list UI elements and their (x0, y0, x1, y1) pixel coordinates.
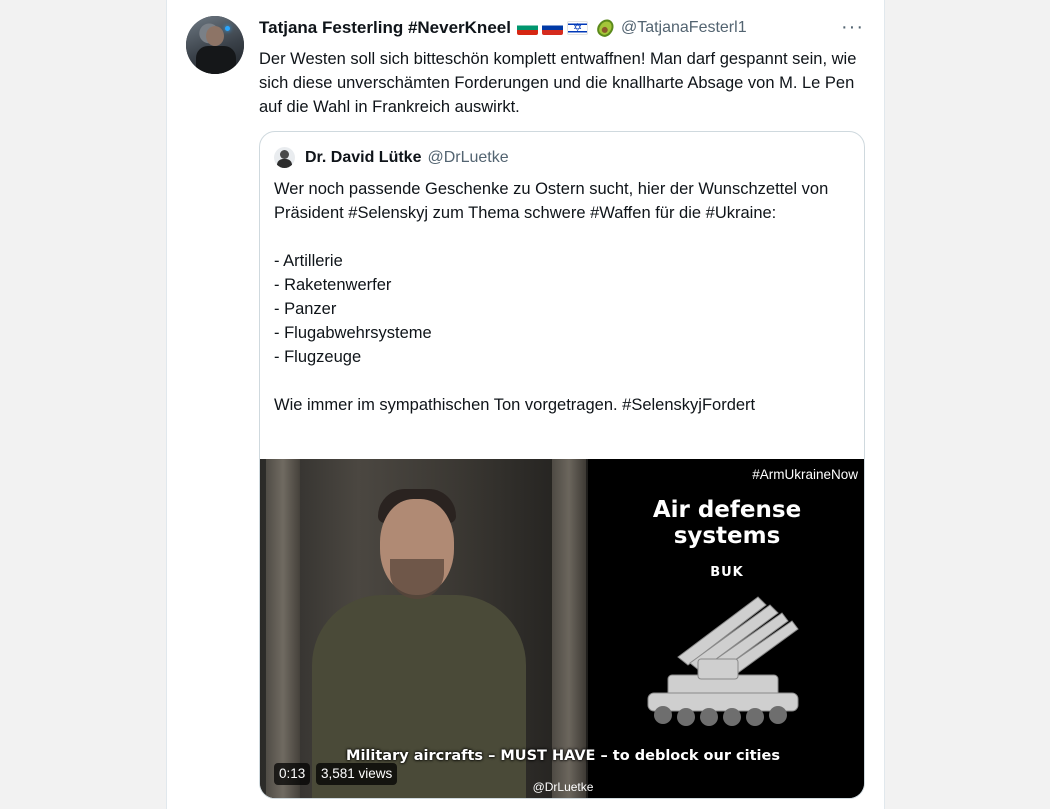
author-avatar[interactable] (186, 16, 244, 74)
author-name[interactable]: Tatjana Festerling #NeverKneel (259, 18, 511, 38)
israel-flag-icon (566, 21, 588, 35)
video-watermark: @DrLuetke (532, 780, 594, 794)
video-hashtag-overlay: #ArmUkraineNow (752, 467, 858, 482)
russia-flag-icon (541, 21, 563, 35)
tweet-text: Der Westen soll sich bitteschön komplett… (259, 50, 857, 116)
video-player[interactable]: #ArmUkraineNow Air defense systems BUK M… (260, 459, 864, 798)
video-caption: Military aircrafts – MUST HAVE – to debl… (346, 748, 780, 764)
tweet-header: Tatjana Festerling #NeverKneel @TatjanaF… (259, 16, 747, 40)
flag-emojis (516, 16, 617, 40)
bulgaria-flag-icon (516, 21, 538, 35)
quoted-tweet-text: Wer noch passende Geschenke zu Ostern su… (274, 180, 829, 414)
avocado-icon (594, 16, 617, 40)
more-options-icon[interactable]: ··· (841, 16, 864, 39)
video-subtitle-overlay: BUK (710, 565, 744, 580)
quoted-tweet[interactable]: Dr. David Lütke @DrLuetke Wer noch passe… (259, 131, 865, 799)
quoted-tweet-header: Dr. David Lütke @DrLuetke (274, 147, 509, 168)
video-title-overlay: Air defense systems (652, 497, 802, 549)
quoted-author-handle[interactable]: @DrLuetke (427, 149, 508, 167)
tweet-card[interactable]: Tatjana Festerling #NeverKneel @TatjanaF… (166, 0, 885, 809)
author-handle[interactable]: @TatjanaFesterl1 (621, 19, 747, 37)
quoted-author-avatar[interactable] (274, 147, 295, 168)
quoted-author-name[interactable]: Dr. David Lütke (305, 149, 421, 167)
missile-launcher-icon (647, 596, 799, 726)
